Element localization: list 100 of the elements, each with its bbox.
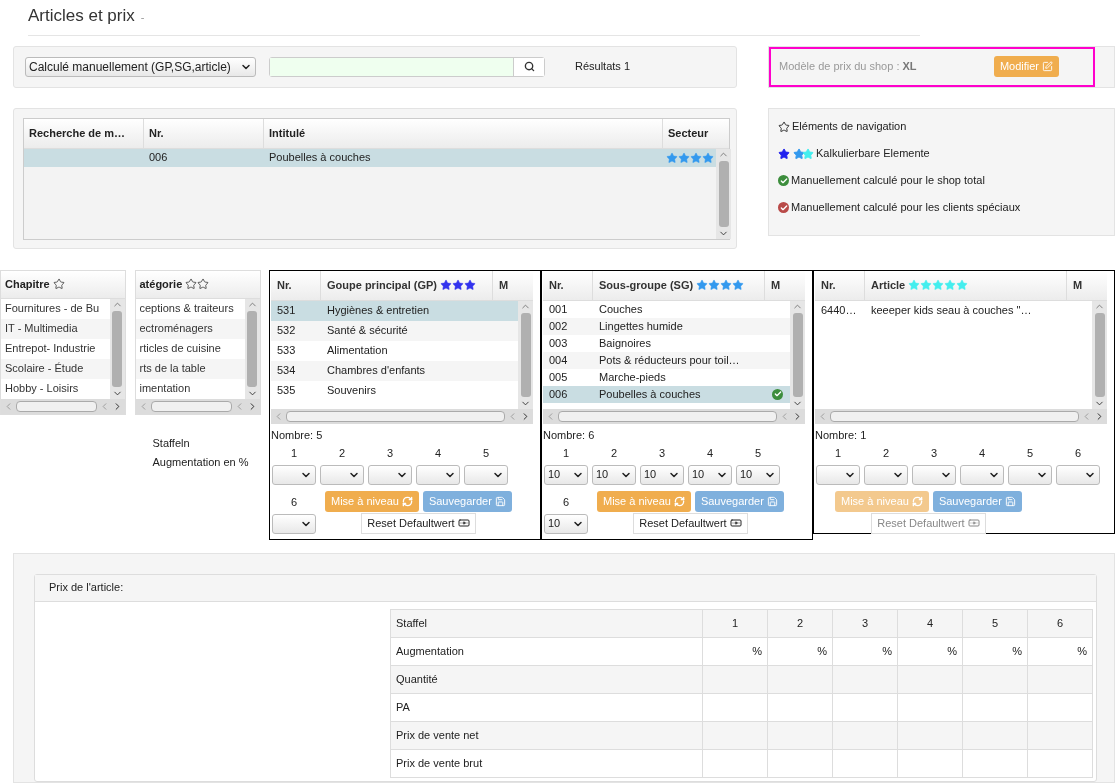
table-header-cell: 1 [702, 609, 768, 637]
scrollbar-thumb[interactable] [112, 310, 122, 387]
table-cell-text: 6440… [820, 303, 858, 319]
scrollbar-thumb[interactable] [558, 410, 777, 422]
dropdown[interactable]: 10 [688, 464, 732, 485]
dropdown[interactable] [864, 464, 908, 485]
star-icon [908, 279, 921, 291]
dropdown[interactable] [416, 464, 460, 485]
list-item[interactable]: ectroménagers [135, 318, 245, 339]
save-icon [766, 495, 778, 507]
scrollbar[interactable] [518, 300, 533, 409]
star-icon [708, 279, 721, 291]
staffel-label: 2 [610, 446, 618, 461]
scrollbar-thumb[interactable] [150, 400, 232, 412]
column-header: M [498, 277, 510, 293]
star-icon [696, 279, 709, 291]
table-cell: % [1027, 637, 1093, 665]
scrollbar[interactable] [1092, 300, 1107, 409]
star-icon [732, 279, 745, 291]
staffel-label: 6 [290, 495, 298, 510]
column-header: Nr. [543, 270, 593, 300]
dropdown[interactable] [816, 464, 860, 485]
staffel-label: 4 [978, 446, 986, 461]
table-cell-text: 006 [548, 386, 569, 402]
table-cell-text: 532 [276, 323, 297, 339]
table-cell-text: Couches [598, 301, 644, 317]
staffel-label: 6 [1074, 446, 1082, 461]
dropdown[interactable] [1056, 464, 1100, 485]
column-header: M [770, 277, 782, 293]
table-cell-text: Souvenirs [326, 383, 377, 399]
legend-text: Manuellement calculé pour le shop total [791, 173, 985, 189]
scrollbar-thumb[interactable] [286, 410, 505, 422]
star-icon [440, 279, 452, 291]
banknote-icon [457, 517, 470, 529]
table-row[interactable]: 531 Hygiènes & entretien [271, 300, 518, 321]
list-item[interactable]: Scolaire - Étude [1, 358, 110, 379]
table-cell: Augmentation [390, 637, 703, 665]
dropdown[interactable] [912, 464, 956, 485]
scrollbar-thumb[interactable] [792, 312, 803, 397]
search-button[interactable] [513, 57, 544, 76]
scrollbar[interactable] [790, 300, 805, 409]
column-header: Secteur [667, 125, 710, 141]
dropdown[interactable]: 10 [736, 464, 780, 485]
staffel-label: 5 [754, 446, 762, 461]
count-label: Nombre: 6 [543, 427, 596, 443]
staffel-label: 3 [386, 446, 394, 461]
dropdown[interactable] [464, 464, 508, 485]
dropdown[interactable]: 10 [544, 464, 588, 485]
dropdown[interactable]: 10 [640, 464, 684, 485]
table-row[interactable]: 534 Chambres d'enfants [271, 360, 518, 381]
dropdown[interactable]: 10 [544, 513, 588, 534]
table-cell: % [962, 637, 1028, 665]
scrollbar-thumb[interactable] [247, 310, 257, 387]
dropdown[interactable] [1008, 464, 1052, 485]
dropdown[interactable] [272, 464, 316, 485]
scrollbar[interactable] [716, 148, 731, 239]
dropdown[interactable] [368, 464, 412, 485]
table-row[interactable]: 532 Santé & sécurité [271, 320, 518, 341]
reset-button[interactable]: Reset Defaultwert [633, 512, 748, 534]
dropdown[interactable]: Calculé manuellement (GP,SG,article) [25, 56, 256, 77]
search-icon [523, 61, 535, 72]
legend-text: Eléments de navigation [792, 119, 907, 135]
table-header-cell: 2 [767, 609, 833, 637]
table-cell-text: 004 [548, 352, 569, 368]
banknote-icon [967, 517, 980, 529]
column-header: M [1072, 277, 1084, 293]
staffel-label: 3 [930, 446, 938, 461]
list-item[interactable]: rts de la table [135, 358, 245, 379]
table-cell-text: Hygiènes & entretien [326, 303, 431, 319]
scrollbar-thumb[interactable] [1094, 312, 1105, 397]
table-cell-text: 533 [276, 343, 297, 359]
table-cell-text: Chambres d'enfants [326, 363, 427, 379]
table-cell-text: 005 [548, 369, 569, 385]
staffel-label: 1 [290, 446, 298, 461]
dropdown[interactable] [960, 464, 1004, 485]
column-header: Goupe principal (GP) [327, 277, 437, 293]
dropdown[interactable]: 10 [592, 464, 636, 485]
star-icon [932, 279, 945, 291]
scrollbar-thumb[interactable] [718, 160, 729, 227]
star-icon [464, 279, 476, 291]
table-cell-text: 006 [148, 150, 169, 166]
dropdown[interactable] [272, 513, 316, 534]
scrollbar-thumb[interactable] [16, 400, 97, 412]
staffel-label: 2 [882, 446, 890, 461]
table-cell-text: 003 [548, 335, 569, 351]
column-header: Article [871, 277, 906, 293]
scrollbar-thumb[interactable] [830, 410, 1079, 422]
refresh-icon [911, 495, 923, 507]
list-item[interactable]: IT - Multimedia [1, 318, 110, 339]
star-icon [702, 151, 714, 164]
reset-button[interactable]: Reset Defaultwert [361, 512, 476, 534]
dropdown[interactable] [320, 464, 364, 485]
refresh-icon [673, 495, 685, 507]
staffel-label: 4 [434, 446, 442, 461]
column-header: Chapitre [5, 276, 50, 292]
search-field[interactable] [269, 56, 545, 77]
table-cell-text: Pots & réducteurs pour toil… [598, 352, 741, 368]
column-header: Recherche de m… [24, 118, 144, 148]
scrollbar-thumb[interactable] [520, 312, 531, 397]
staffel-label: 1 [562, 446, 570, 461]
